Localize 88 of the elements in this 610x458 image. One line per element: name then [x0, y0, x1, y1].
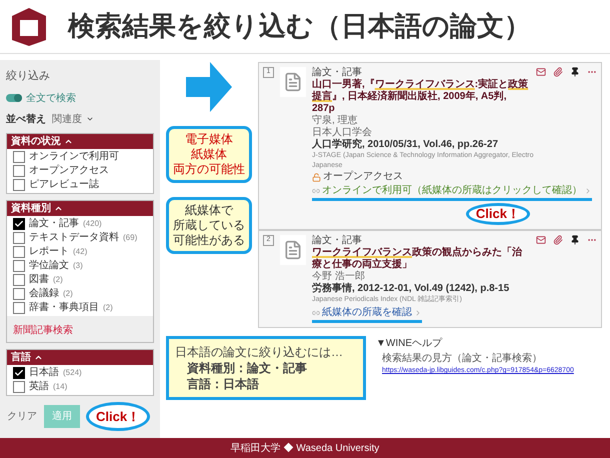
facet-header[interactable]: 資料種別	[7, 200, 153, 216]
result-type: 論文・記事	[312, 67, 362, 78]
result-title[interactable]: 山口一男著,『ワークライフバランス:実証と政策提言』, 日本経済新聞出版社, 2009年, A5判, 287p	[312, 79, 530, 115]
checkbox[interactable]	[13, 366, 25, 378]
help-title: 検索結果の見方（論文・記事検索）	[381, 352, 543, 366]
link-icon	[312, 309, 320, 317]
facet-option-count: (2)	[103, 304, 113, 312]
facet-option-count: (69)	[123, 234, 138, 242]
checkbox[interactable]	[13, 164, 25, 176]
mail-icon[interactable]	[536, 67, 546, 77]
sort-dropdown[interactable]: 関連度	[52, 112, 94, 126]
facet-option-label[interactable]: 英語	[29, 382, 49, 392]
note-line: 紙媒体で	[185, 203, 233, 218]
facet-option-label[interactable]: 日本語	[29, 368, 59, 378]
facet-option-count: (2)	[53, 276, 63, 284]
checkbox[interactable]	[13, 260, 25, 272]
clear-button[interactable]: クリア	[6, 408, 38, 424]
summary-line: 日本語の論文に絞り込むには…	[175, 344, 344, 360]
facet-option-label[interactable]: オープンアクセス	[29, 166, 109, 176]
toggle-label: 全文で検索	[26, 92, 76, 106]
toggle-switch[interactable]	[6, 94, 22, 102]
footer-text: 早稲田大学 ◆ Waseda University	[230, 442, 380, 456]
checkbox[interactable]	[13, 232, 25, 244]
facet-option-count: (524)	[63, 368, 82, 376]
result-journal: 人口学研究, 2010/05/31, Vol.46, pp.26-27	[312, 139, 500, 151]
checkbox[interactable]	[13, 218, 25, 230]
note-line: 紙媒体	[191, 147, 227, 162]
open-lock-icon	[312, 172, 321, 182]
facet-option-label[interactable]: 図書	[29, 274, 49, 284]
result-journal: 労務事情, 2012-12-01, Vol.49 (1242), p.8-15	[312, 283, 510, 295]
checkbox[interactable]	[13, 302, 25, 314]
facet-option-label[interactable]: テキストデータ資料	[29, 232, 119, 242]
checkbox[interactable]	[13, 246, 25, 258]
facet-option-label[interactable]: 辞書・事典項目	[29, 302, 99, 312]
pin-icon[interactable]	[570, 67, 580, 77]
note-line: 所蔵している	[173, 218, 245, 233]
document-icon	[280, 67, 306, 97]
mail-icon[interactable]	[536, 235, 546, 245]
note-line: 両方の可能性	[173, 162, 245, 177]
availability-link[interactable]: オンラインで利用可（紙媒体の所蔵はクリックして確認）	[312, 185, 592, 201]
facet-option-label[interactable]: 論文・記事	[29, 218, 79, 228]
facet-option-label[interactable]: ピアレビュー誌	[29, 180, 99, 190]
checkbox[interactable]	[13, 274, 25, 286]
note-line: 可能性がある	[173, 233, 245, 248]
paperclip-icon[interactable]	[553, 235, 563, 245]
result-type: 論文・記事	[312, 235, 362, 247]
pin-icon[interactable]	[570, 235, 580, 245]
click-callout: Click！	[466, 203, 530, 225]
facet-header[interactable]: 言語	[7, 350, 153, 364]
result-detail: 今野 浩一郎	[312, 271, 366, 282]
result-detail: 日本人口学会	[312, 127, 373, 138]
facet-option-label[interactable]: オンラインで利用可	[29, 152, 119, 162]
sidebar-heading: 絞り込み	[6, 68, 51, 84]
summary-line: 資料種別：論文・記事	[186, 360, 308, 376]
facet-option-count: (3)	[73, 262, 83, 270]
checkbox[interactable]	[13, 380, 25, 392]
availability-link[interactable]: 紙媒体の所蔵を確認	[312, 307, 422, 323]
facet-option-label[interactable]: レポート	[29, 246, 69, 256]
chevron-right-icon	[584, 187, 592, 195]
open-access-label: オープンアクセス	[323, 171, 403, 183]
facet-option-label[interactable]: 会議録	[29, 288, 59, 298]
help-heading: ▼WINEヘルプ	[376, 336, 444, 351]
arrow-drawing	[186, 62, 232, 112]
facet-header[interactable]: 資料の状況	[7, 134, 153, 148]
link-icon	[312, 187, 320, 195]
slide-title: 検索結果を絞り込む（日本語の論文）	[68, 10, 531, 44]
result-title[interactable]: ワークライフバランス政策の観点からみた「治療と仕事の両立支援」	[312, 247, 530, 271]
result-detail: 守泉, 理恵	[312, 115, 359, 126]
newspaper-search-link[interactable]: 新聞記事検索	[13, 324, 73, 336]
chevron-right-icon	[414, 309, 422, 317]
summary-line: 言語：日本語	[186, 376, 260, 392]
caret-icon	[86, 115, 94, 123]
click-callout: Click！	[86, 402, 150, 431]
document-icon	[280, 235, 306, 265]
facet-title: 資料種別	[11, 202, 51, 216]
facet-option-count: (2)	[63, 290, 73, 298]
facet-option-count: (14)	[53, 382, 68, 390]
paperclip-icon[interactable]	[553, 67, 563, 77]
note-line: 電子媒体	[185, 132, 233, 147]
facet-option-label[interactable]: 学位論文	[29, 260, 69, 270]
facet-title: 資料の状況	[11, 134, 61, 148]
facet-title: 言語	[11, 350, 31, 364]
facet-option-count: (420)	[83, 220, 102, 228]
sort-label: 並べ替え	[6, 112, 46, 126]
checkbox[interactable]	[13, 178, 25, 190]
checkbox[interactable]	[13, 150, 25, 162]
facet-option-count: (42)	[73, 248, 88, 256]
checkbox[interactable]	[13, 288, 25, 300]
